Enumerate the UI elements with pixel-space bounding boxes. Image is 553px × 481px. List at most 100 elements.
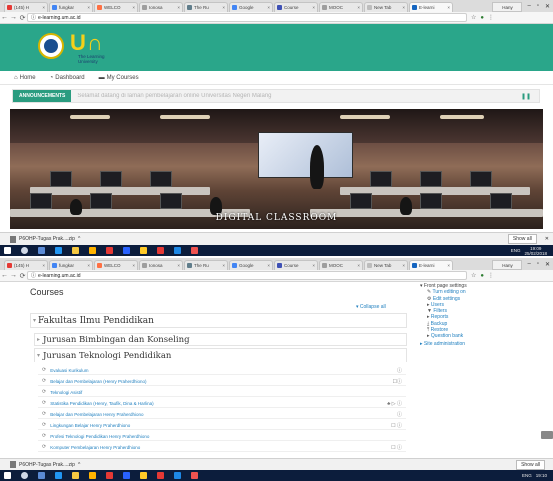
close-icon[interactable]: ✕ (545, 3, 550, 10)
course-row[interactable]: ⟳ Teknologi Asistif (38, 388, 406, 397)
extension-icon[interactable]: ● (480, 15, 484, 21)
tab-close-icon[interactable]: × (42, 263, 45, 268)
tab-close-icon[interactable]: × (222, 263, 225, 268)
maximize-icon[interactable]: ▫ (537, 3, 539, 9)
browser_bottom-tab-1[interactable]: fungkar × (49, 260, 93, 270)
browser_top-tab-4[interactable]: The Ru × (184, 2, 228, 12)
reload-icon[interactable]: ⟳ (18, 14, 27, 22)
url-input-top[interactable]: ⓘ e-learning.um.ac.id (27, 13, 467, 22)
app-icon-2-bottom[interactable] (191, 472, 198, 479)
pause-icon[interactable]: ❚❚ (521, 93, 531, 100)
course-info-icon[interactable]: ⓘ (397, 367, 402, 374)
browser_top-tab-9[interactable]: E-learni × (409, 2, 453, 12)
nav-home[interactable]: ⌂ Home (14, 75, 36, 81)
site-administration-link[interactable]: ▸ Site administration (420, 341, 553, 347)
tab-close-icon[interactable]: × (42, 5, 45, 10)
close-download-icon[interactable]: ✕ (545, 236, 549, 242)
tab-close-icon[interactable]: × (267, 5, 270, 10)
course-link[interactable]: Teknologi Asistif (50, 390, 82, 395)
course-link[interactable]: Belajar dan Pembelajaran Henry Praherdhi… (50, 412, 143, 417)
course-row[interactable]: ⟳ Belajar dan Pembelajaran Henry Praherdh… (38, 410, 406, 419)
browser_bottom-tab-2[interactable]: WELCO × (94, 260, 138, 270)
tab-close-icon[interactable]: × (312, 5, 315, 10)
collapse-all-link[interactable]: ▾ Collapse all (356, 304, 386, 310)
browser_bottom-tab-6[interactable]: Course × (274, 260, 318, 270)
bookmark-star-icon[interactable]: ☆ (471, 14, 476, 21)
course-link[interactable]: Belajar dan Pembelajaran (Henry Praherdh… (50, 379, 146, 384)
tab-close-icon[interactable]: × (447, 5, 450, 10)
forward-icon-bottom[interactable]: → (9, 272, 18, 279)
browser_bottom-tab-9[interactable]: E-learni × (409, 260, 453, 270)
word-icon-bottom[interactable] (174, 472, 181, 479)
course-info-icon[interactable]: ☐ⓘ (393, 378, 402, 385)
bookmark-star-icon-bottom[interactable]: ☆ (471, 272, 476, 279)
browser_top-tab-3[interactable]: Ionosa × (139, 2, 183, 12)
announcements-button[interactable]: ANNOUNCEMENTS (13, 90, 72, 102)
tab-close-icon[interactable]: × (87, 263, 90, 268)
task-view-icon-bottom[interactable] (38, 472, 45, 479)
chevron-up-icon[interactable]: ^ (78, 236, 80, 242)
tray-language[interactable]: ENG (511, 248, 521, 253)
tab-close-icon[interactable]: × (222, 5, 225, 10)
course-row[interactable]: ⟳ Belajar dan Pembelajaran (Henry Praherd… (38, 377, 406, 386)
category-faculty[interactable]: ▾ Fakultas Ilmu Pendidikan (30, 313, 407, 328)
minimize-icon[interactable]: – (527, 3, 530, 9)
tab-close-icon[interactable]: × (447, 263, 450, 268)
close-icon-bottom[interactable]: ✕ (545, 261, 550, 268)
browser_top-tab-2[interactable]: WELCO × (94, 2, 138, 12)
mail-icon[interactable] (123, 247, 130, 254)
browser_bottom-tab-4[interactable]: The Ru × (184, 260, 228, 270)
powerpoint-icon-bottom[interactable] (157, 472, 164, 479)
menu-icon[interactable]: ⋮ (488, 14, 494, 21)
tab-close-icon[interactable]: × (177, 263, 180, 268)
course-info-icon[interactable]: ☐ ⓘ (391, 444, 402, 451)
browser_bottom-tab-0[interactable]: (145) H × (4, 260, 48, 270)
category-tp[interactable]: ▾ Jurusan Teknologi Pendidikan (34, 348, 407, 362)
chrome-icon[interactable] (140, 247, 147, 254)
show-all-button-top[interactable]: Show all (507, 234, 537, 244)
browser_bottom-tab-8[interactable]: New Tab × (364, 260, 408, 270)
minimize-icon-bottom[interactable]: – (527, 261, 530, 267)
scroll-handle[interactable] (541, 431, 553, 439)
browser_bottom-tab-3[interactable]: Ionosa × (139, 260, 183, 270)
store-icon[interactable] (89, 247, 96, 254)
store-icon-bottom[interactable] (89, 472, 96, 479)
app-icon-2[interactable] (191, 247, 198, 254)
nav-dashboard[interactable]: ◔ Dashboard (50, 75, 85, 81)
course-link[interactable]: Statistika Pendidikan (Henry, Taufik, Di… (50, 401, 153, 406)
browser_bottom-tab-5[interactable]: Google × (229, 260, 273, 270)
url-input-bottom[interactable]: ⓘ e-learning.um.ac.id (27, 271, 467, 280)
maximize-icon-bottom[interactable]: ▫ (537, 261, 539, 267)
course-info-icon[interactable]: ⓘ (397, 411, 402, 418)
app-icon-1[interactable] (106, 247, 113, 254)
tab-close-icon[interactable]: × (402, 5, 405, 10)
tab-close-icon[interactable]: × (132, 5, 135, 10)
word-icon[interactable] (174, 247, 181, 254)
browser_top-tab-0[interactable]: (145) H × (4, 2, 48, 12)
course-info-icon[interactable]: ♣ ▷ ⓘ (387, 400, 402, 407)
tab-close-icon[interactable]: × (312, 263, 315, 268)
course-row[interactable]: ⟳ Komputer Pembelajaran Henry Praherdhion… (38, 443, 406, 452)
edge-icon[interactable] (55, 247, 62, 254)
course-link[interactable]: Lingkungan Belajar Henry Praherdhiono (50, 423, 130, 428)
course-row[interactable]: ⟳ Statistika Pendidikan (Henry, Taufik, D… (38, 399, 406, 408)
tab-close-icon[interactable]: × (87, 5, 90, 10)
category-bk[interactable]: ▸ Jurusan Bimbingan dan Konseling (34, 333, 407, 346)
windows-start-icon[interactable] (4, 247, 11, 254)
course-link[interactable]: Profesi Teknologi Pendidikan Henry Prahe… (50, 434, 149, 439)
powerpoint-icon[interactable] (157, 247, 164, 254)
tab-close-icon[interactable]: × (132, 263, 135, 268)
windows-start-icon-bottom[interactable] (4, 472, 11, 479)
course-row[interactable]: ⟳ Evaluasi Kurikulum ⓘ (38, 366, 406, 375)
task-view-icon[interactable] (38, 247, 45, 254)
reload-icon-bottom[interactable]: ⟳ (18, 272, 27, 280)
extension-icon-bottom[interactable]: ● (480, 273, 484, 279)
tab-close-icon[interactable]: × (177, 5, 180, 10)
chevron-up-icon-bottom[interactable]: ^ (78, 462, 80, 468)
tab-close-icon[interactable]: × (357, 5, 360, 10)
app-icon-1-bottom[interactable] (106, 472, 113, 479)
file-explorer-icon-bottom[interactable] (72, 472, 79, 479)
course-link[interactable]: Evaluasi Kurikulum (50, 368, 88, 373)
browser_bottom-tab-7[interactable]: MOOC × (319, 260, 363, 270)
tab-close-icon[interactable]: × (357, 263, 360, 268)
